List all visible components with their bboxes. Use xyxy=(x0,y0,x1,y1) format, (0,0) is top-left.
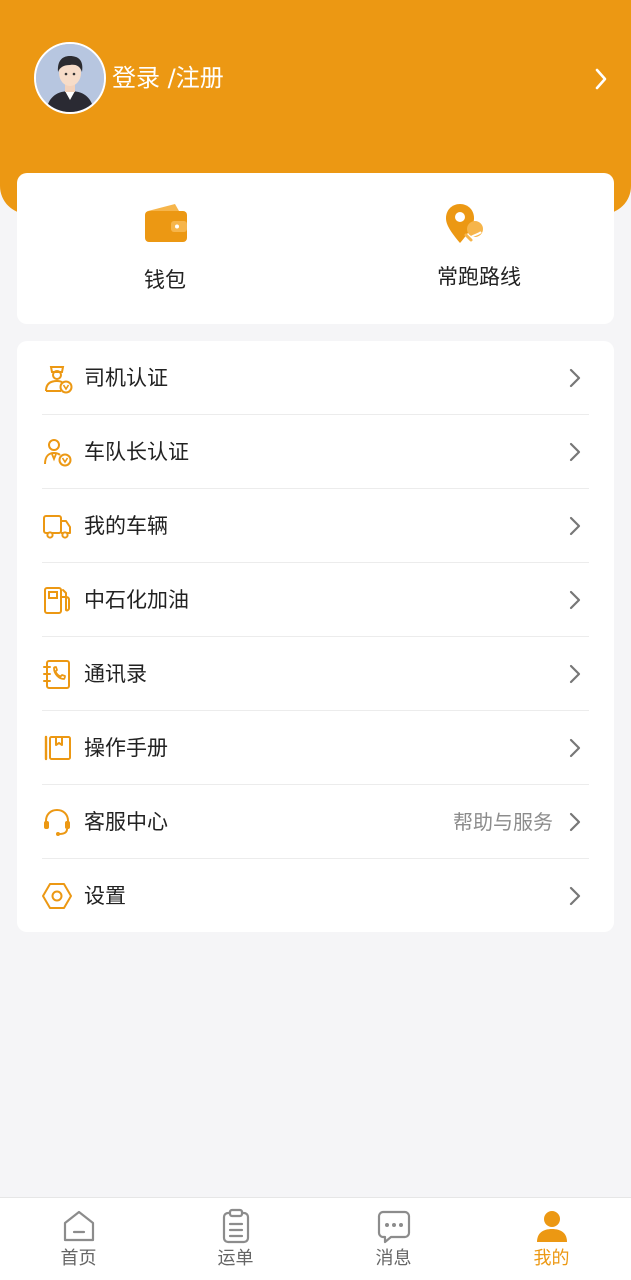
quick-actions-card: 钱包 常跑路线 xyxy=(17,173,614,324)
profile-page: 登录 /注册 钱包 常跑路线 司机认证 车队长认证 我的车辆 中石化加油 通讯录… xyxy=(0,0,631,1280)
user-portrait-icon xyxy=(36,44,104,112)
chevron-right-icon xyxy=(569,664,581,684)
frequent-routes-entry[interactable]: 常跑路线 xyxy=(316,173,614,324)
chevron-right-icon xyxy=(569,590,581,610)
menu-item-settings[interactable]: 设置 xyxy=(17,859,614,933)
menu-item-contacts[interactable]: 通讯录 xyxy=(17,637,614,711)
help-service-hint: 帮助与服务 xyxy=(453,810,553,834)
message-icon xyxy=(377,1210,411,1244)
menu-item-label: 设置 xyxy=(84,884,126,908)
chevron-right-icon xyxy=(569,442,581,462)
menu-item-label: 车队长认证 xyxy=(84,440,189,464)
tab-waybill[interactable]: 运单 xyxy=(157,1198,314,1280)
contact-book-icon xyxy=(43,660,70,689)
settings-hex-icon xyxy=(42,883,72,909)
chevron-right-icon xyxy=(569,812,581,832)
menu-item-customer-service[interactable]: 客服中心 帮助与服务 xyxy=(17,785,614,859)
chevron-right-icon xyxy=(569,516,581,536)
tab-label: 我的 xyxy=(533,1248,570,1269)
menu-item-operation-manual[interactable]: 操作手册 xyxy=(17,711,614,785)
frequent-routes-label: 常跑路线 xyxy=(437,265,521,289)
home-icon xyxy=(63,1210,95,1242)
menu-item-label: 司机认证 xyxy=(84,366,168,390)
menu-item-label: 客服中心 xyxy=(84,810,168,834)
headset-icon xyxy=(44,808,70,836)
tab-label: 消息 xyxy=(375,1248,412,1269)
chevron-right-icon[interactable] xyxy=(593,67,609,91)
chevron-right-icon xyxy=(569,368,581,388)
bottom-tab-bar: 首页 运单 消息 我的 xyxy=(0,1197,631,1280)
menu-item-my-vehicles[interactable]: 我的车辆 xyxy=(17,489,614,563)
tab-mine[interactable]: 我的 xyxy=(473,1198,630,1280)
driver-badge-icon xyxy=(45,366,73,394)
menu-item-label: 中石化加油 xyxy=(84,588,189,612)
profile-icon xyxy=(537,1211,567,1242)
truck-icon xyxy=(43,515,71,539)
chevron-right-icon xyxy=(569,738,581,758)
menu-item-sinopec-fuel[interactable]: 中石化加油 xyxy=(17,563,614,637)
menu-item-captain-certification[interactable]: 车队长认证 xyxy=(17,415,614,489)
menu-list-card: 司机认证 车队长认证 我的车辆 中石化加油 通讯录 操作手册 客服中心 帮助与服… xyxy=(17,341,614,932)
menu-item-label: 操作手册 xyxy=(84,736,168,760)
wallet-icon xyxy=(145,204,187,242)
clipboard-icon xyxy=(222,1208,250,1244)
tab-messages[interactable]: 消息 xyxy=(315,1198,472,1280)
tab-label: 首页 xyxy=(60,1248,97,1269)
manual-book-icon xyxy=(44,735,71,761)
wallet-entry[interactable]: 钱包 xyxy=(17,173,315,324)
menu-item-driver-certification[interactable]: 司机认证 xyxy=(17,341,614,415)
avatar[interactable] xyxy=(34,42,106,114)
tab-label: 运单 xyxy=(217,1248,254,1269)
captain-badge-icon xyxy=(44,439,72,467)
menu-item-label: 通讯录 xyxy=(84,662,147,686)
login-register-link[interactable]: 登录 /注册 xyxy=(112,60,224,96)
tab-home[interactable]: 首页 xyxy=(0,1198,157,1280)
route-pin-icon xyxy=(446,204,483,243)
wallet-label: 钱包 xyxy=(144,268,186,292)
menu-item-label: 我的车辆 xyxy=(84,514,168,538)
chevron-right-icon xyxy=(569,886,581,906)
fuel-pump-icon xyxy=(44,587,70,614)
